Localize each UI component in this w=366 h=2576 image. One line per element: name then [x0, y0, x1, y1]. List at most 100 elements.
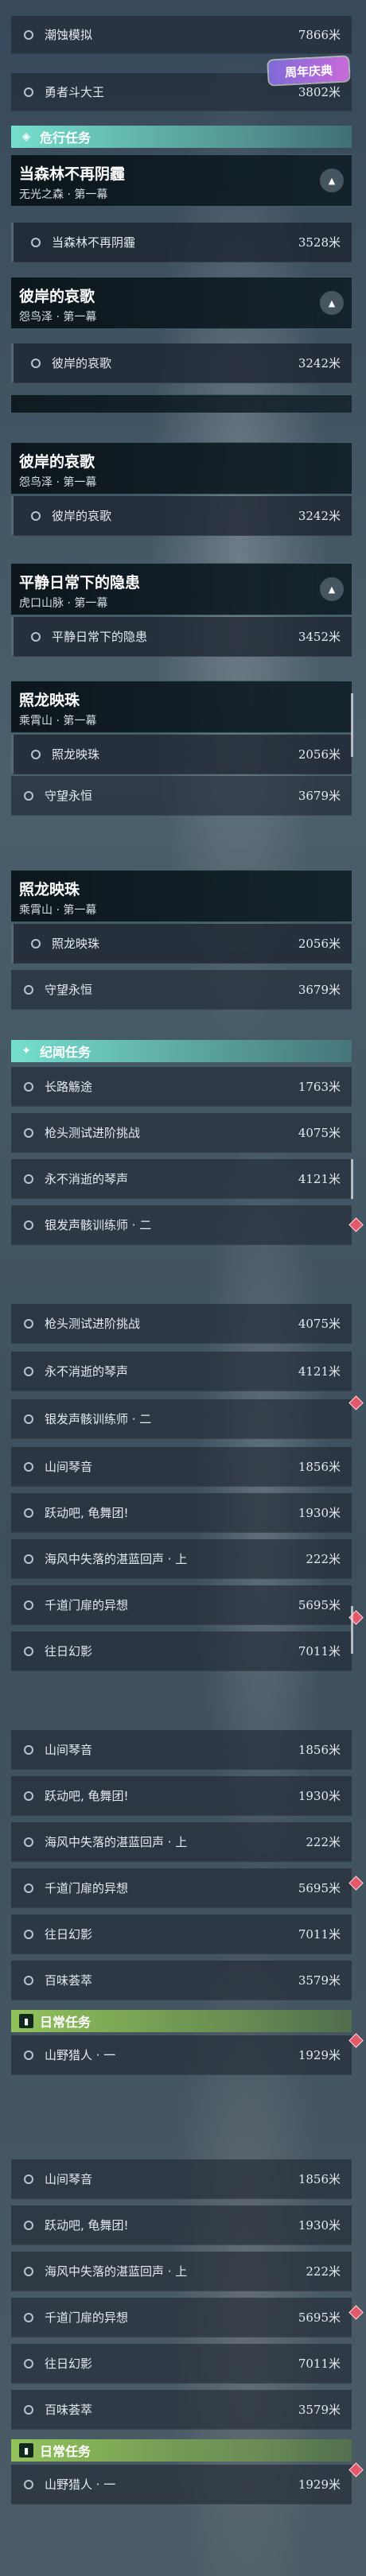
sub-task[interactable]: 彼岸的哀歌 3242米 [11, 343, 352, 383]
list-item[interactable]: 山间琴音 1856米 [11, 2159, 352, 2199]
task-distance: 3452米 [298, 630, 341, 644]
task-name: 永不消逝的琴声 [45, 1364, 129, 1379]
task-name: 照龙映珠 [52, 937, 100, 951]
list-item[interactable]: 山野猎人 · 一 1929米 [11, 2465, 352, 2504]
quest-title: 当森林不再阴霾 [19, 165, 126, 183]
list-item[interactable]: 跃动吧, 龟舞团! 1930米 [11, 1493, 352, 1533]
list-item[interactable]: 千道门扉的异想 5695米 [11, 1585, 352, 1625]
status-circle-icon [31, 631, 41, 642]
list-item[interactable]: 永不消逝的琴声 4121米 [11, 1352, 352, 1391]
segment-6: 山间琴音 1856米 跃动吧, 龟舞团! 1930米 海风中失落的湛蓝回声 · … [0, 2147, 366, 2576]
status-circle-icon [24, 1837, 33, 1847]
task-name: 长路觞途 [45, 1080, 93, 1094]
task-distance: 1929米 [298, 2477, 341, 2492]
task-name: 枪头测试进阶挑战 [45, 1317, 141, 1331]
list-item[interactable]: 往日幻影 7011米 [11, 1915, 352, 1954]
list-item[interactable]: 枪头测试进阶挑战 4075米 [11, 1304, 352, 1344]
task-name: 千道门扉的异想 [45, 1881, 129, 1895]
list-item[interactable]: 守望永恒 3679米 [11, 776, 352, 816]
list-item[interactable]: 海风中失落的湛蓝回声 · 上 222米 [11, 1539, 352, 1579]
task-distance: 7011米 [298, 1644, 341, 1658]
task-distance: 3679米 [298, 983, 341, 997]
list-item[interactable]: 银发声骸训练师 · 二 [11, 1205, 352, 1245]
status-circle-icon [24, 1790, 33, 1801]
task-distance: 3242米 [298, 356, 341, 370]
list-item[interactable]: 百味荟萃 3579米 [11, 1961, 352, 2000]
list-item[interactable]: 潮蚀模拟 7866米 [11, 16, 352, 54]
quest-card[interactable]: 当森林不再阴霾 无光之森 · 第一幕 ▲ [11, 154, 352, 207]
task-name: 海风中失落的湛蓝回声 · 上 [45, 2264, 188, 2279]
task-distance: 1856米 [298, 2172, 341, 2186]
segment-5: 山间琴音 1856米 跃动吧, 龟舞团! 1930米 海风中失落的湛蓝回声 · … [0, 1717, 366, 2147]
scrollbar[interactable] [351, 693, 353, 757]
quest-card[interactable]: 平静日常下的隐患 虎口山脉 · 第一幕 ▲ [11, 563, 352, 615]
task-name: 山间琴音 [45, 2172, 93, 2186]
quest-card-peek [11, 394, 352, 413]
status-circle-icon [24, 87, 33, 97]
task-distance: 1929米 [298, 2048, 341, 2062]
list-item[interactable]: 山间琴音 1856米 [11, 1730, 352, 1770]
list-item[interactable]: 跃动吧, 龟舞团! 1930米 [11, 2206, 352, 2245]
task-name: 百味荟萃 [45, 1973, 93, 1988]
status-circle-icon [24, 1507, 33, 1518]
list-item[interactable]: 银发声骸训练师 · 二 [11, 1399, 352, 1439]
task-distance: 3802米 [298, 85, 341, 99]
quest-subtitle: 虎口山脉 · 第一幕 [19, 597, 108, 610]
danger-task-icon: ◈ [21, 130, 31, 143]
anniversary-badge[interactable]: 周年庆典 [268, 56, 349, 85]
sub-task[interactable]: 照龙映珠 2056米 [11, 924, 352, 964]
status-circle-icon [31, 749, 41, 759]
status-circle-icon [24, 2479, 33, 2489]
collapse-icon[interactable]: ▲ [320, 577, 344, 601]
status-circle-icon [24, 1414, 33, 1424]
list-item[interactable]: 长路觞途 1763米 [11, 1067, 352, 1107]
task-name: 银发声骸训练师 · 二 [45, 1412, 152, 1426]
sub-task[interactable]: 照龙映珠 2056米 [11, 735, 352, 774]
status-circle-icon [31, 237, 41, 247]
status-circle-icon [24, 2050, 33, 2060]
list-item[interactable]: 百味荟萃 3579米 [11, 2390, 352, 2430]
quest-card[interactable]: 彼岸的哀歌 怨鸟泽 · 第一幕 [11, 442, 352, 495]
task-name: 千道门扉的异想 [45, 2310, 129, 2325]
task-distance: 3579米 [298, 1973, 341, 1988]
list-item[interactable]: 永不消逝的琴声 4121米 [11, 1159, 352, 1199]
task-distance: 2056米 [298, 747, 341, 762]
list-item[interactable]: 守望永恒 3679米 [11, 970, 352, 1010]
task-name: 山野猎人 · 一 [45, 2048, 116, 2062]
list-item[interactable]: 枪头测试进阶挑战 4075米 [11, 1113, 352, 1153]
status-circle-icon [24, 1929, 33, 1939]
list-item[interactable]: 往日幻影 7011米 [11, 2344, 352, 2384]
scrollbar[interactable] [351, 1159, 353, 1199]
list-item[interactable]: 往日幻影 7011米 [11, 1631, 352, 1671]
category-header[interactable]: ▮ 日常任务 [11, 2439, 352, 2462]
status-circle-icon [24, 1174, 33, 1184]
status-circle-icon [24, 1975, 33, 1985]
status-circle-icon [31, 358, 41, 368]
quest-card[interactable]: 彼岸的哀歌 怨鸟泽 · 第一幕 ▲ [11, 277, 352, 329]
collapse-icon[interactable]: ▲ [320, 169, 344, 192]
sub-task[interactable]: 平静日常下的隐患 3452米 [11, 617, 352, 657]
category-header[interactable]: ▮ 日常任务 [11, 2010, 352, 2032]
list-item[interactable]: 千道门扉的异想 5695米 [11, 2298, 352, 2337]
status-circle-icon [24, 1220, 33, 1230]
list-item[interactable]: 山间琴音 1856米 [11, 1447, 352, 1487]
list-item[interactable]: 山野猎人 · 一 1929米 [11, 2035, 352, 2075]
task-name: 往日幻影 [45, 2357, 93, 2371]
quest-title: 照龙映珠 [19, 881, 80, 898]
status-circle-icon [24, 1461, 33, 1472]
sub-task[interactable]: 当森林不再阴霾 3528米 [11, 223, 352, 262]
quest-card[interactable]: 照龙映珠 乘霄山 · 第一幕 [11, 870, 352, 922]
category-header[interactable]: ◈ 危行任务 [11, 126, 352, 148]
category-title: 日常任务 [40, 2015, 92, 2030]
list-item[interactable]: 千道门扉的异想 5695米 [11, 1868, 352, 1908]
collapse-icon[interactable]: ▲ [320, 291, 344, 315]
quest-card[interactable]: 照龙映珠 乘霄山 · 第一幕 [11, 681, 352, 733]
list-item[interactable]: 海风中失落的湛蓝回声 · 上 222米 [11, 2252, 352, 2291]
task-name: 彼岸的哀歌 [52, 356, 112, 370]
list-item[interactable]: 海风中失落的湛蓝回声 · 上 222米 [11, 1822, 352, 1862]
sub-task[interactable]: 彼岸的哀歌 3242米 [11, 496, 352, 536]
category-title: 危行任务 [40, 130, 92, 145]
category-header[interactable]: ✦ 纪闻任务 [11, 1040, 352, 1062]
scrollbar[interactable] [351, 1606, 353, 1654]
list-item[interactable]: 跃动吧, 龟舞团! 1930米 [11, 1776, 352, 1816]
